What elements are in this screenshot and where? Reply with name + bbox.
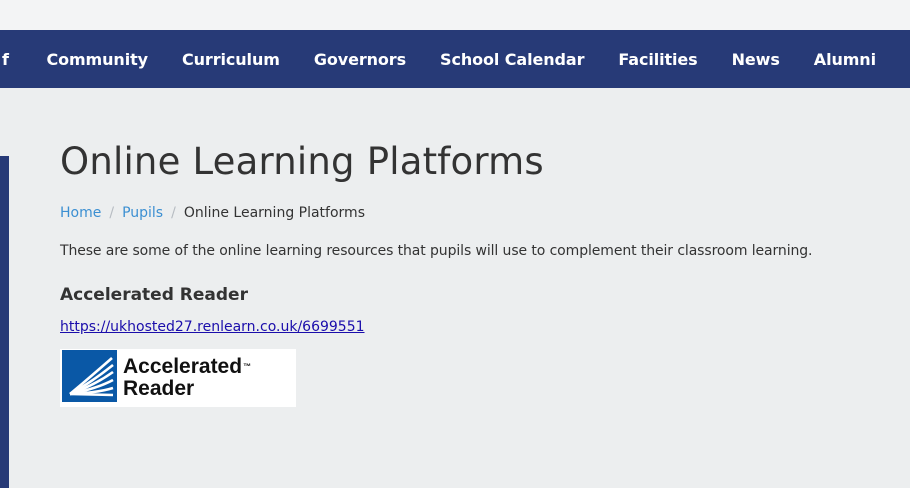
nav-item-curriculum[interactable]: Curriculum xyxy=(182,50,280,69)
nav-item-alumni[interactable]: Alumni xyxy=(814,50,876,69)
page-title: Online Learning Platforms xyxy=(60,140,544,183)
section-heading-accelerated-reader: Accelerated Reader xyxy=(60,285,248,305)
nav-item-partial[interactable]: f xyxy=(2,50,18,69)
logo-line-2: Reader xyxy=(123,377,195,400)
renlearn-book-icon xyxy=(60,350,117,406)
breadcrumb: Home / Pupils / Online Learning Platforms xyxy=(60,205,905,221)
accelerated-reader-link[interactable]: https://ukhosted27.renlearn.co.uk/669955… xyxy=(60,319,365,335)
breadcrumb-separator: / xyxy=(171,205,176,221)
accelerated-reader-logo[interactable]: Accelerated™ Reader xyxy=(60,349,296,407)
logo-line-1: Accelerated xyxy=(123,355,243,378)
intro-text: These are some of the online learning re… xyxy=(60,243,813,259)
main-nav: f Community Curriculum Governors School … xyxy=(0,30,910,88)
sidebar-menu[interactable] xyxy=(0,156,9,488)
nav-item-governors[interactable]: Governors xyxy=(314,50,406,69)
breadcrumb-pupils-link[interactable]: Pupils xyxy=(122,205,163,221)
breadcrumb-current: Online Learning Platforms xyxy=(183,205,365,221)
nav-item-school-calendar[interactable]: School Calendar xyxy=(440,50,584,69)
top-strip xyxy=(0,0,910,30)
main-content: Online Learning Platforms Home / Pupils / On… xyxy=(60,140,905,407)
logo-wordmark: Accelerated™ Reader xyxy=(123,356,251,400)
nav-item-facilities[interactable]: Facilities xyxy=(618,50,697,69)
breadcrumb-home-link[interactable]: Home xyxy=(60,205,101,221)
nav-item-community[interactable]: Community xyxy=(46,50,148,69)
logo-trademark: ™ xyxy=(243,362,252,371)
breadcrumb-separator: / xyxy=(109,205,115,221)
nav-item-news[interactable]: News xyxy=(732,50,780,69)
